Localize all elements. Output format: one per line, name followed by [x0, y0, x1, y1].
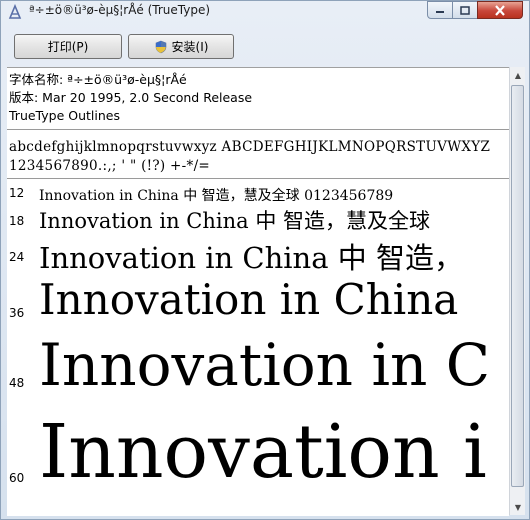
vertical-scrollbar[interactable]: ▲ ▼ [509, 67, 525, 515]
font-version-line: 版本: Mar 20 1995, 2.0 Second Release [9, 90, 253, 105]
sample-text: Innovation i [39, 409, 487, 495]
scroll-up-button[interactable]: ▲ [511, 67, 525, 83]
install-button[interactable]: 安装(I) [128, 34, 234, 59]
charset-letters: abcdefghijklmnopqrstuvwxyz ABCDEFGHIJKLM… [9, 139, 491, 155]
font-viewer-window: ª÷±ö®ü³ø-èµ§¦rÅé (TrueType) 打印(P) 安装(I) … [0, 0, 530, 520]
uac-shield-icon [155, 40, 166, 53]
font-info: 字体名称: ª÷±ö®ü³ø-èµ§¦rÅé 版本: Mar 20 1995, … [9, 71, 252, 125]
font-name-line: 字体名称: ª÷±ö®ü³ø-èµ§¦rÅé [9, 72, 187, 87]
sample-text: Innovation in C [39, 331, 491, 399]
font-preview-pane[interactable]: 字体名称: ª÷±ö®ü³ø-èµ§¦rÅé 版本: Mar 20 1995, … [7, 67, 509, 516]
info-divider [7, 129, 509, 130]
charset-sample: abcdefghijklmnopqrstuvwxyz ABCDEFGHIJKLM… [9, 138, 490, 176]
print-button[interactable]: 打印(P) [14, 34, 122, 59]
font-file-icon [8, 4, 22, 19]
sample-size-label: 12 [9, 186, 25, 200]
close-icon [495, 4, 505, 16]
sample-text: Innovation in China 中 智造，慧及全球 0123456789 [39, 188, 394, 204]
sample-text: Innovation in China 中 智造， [39, 241, 463, 275]
install-button-label: 安装(I) [171, 40, 209, 54]
minimize-button[interactable] [427, 1, 453, 19]
charset-divider [7, 178, 509, 179]
scrollbar-thumb[interactable] [511, 85, 524, 487]
scroll-down-button[interactable]: ▼ [511, 499, 525, 515]
maximize-icon [460, 5, 470, 15]
sample-text: Innovation in China 中 智造，慧及全球 [39, 209, 430, 233]
title-bar[interactable]: ª÷±ö®ü³ø-èµ§¦rÅé (TrueType) [1, 1, 529, 23]
charset-symbols: 1234567890.:,; ' " (!?) +-*/= [9, 158, 211, 174]
maximize-button[interactable] [452, 1, 478, 19]
print-button-label: 打印(P) [47, 40, 89, 54]
sample-size-label: 60 [9, 471, 25, 485]
chevron-down-icon: ▼ [514, 502, 522, 512]
sample-text: Innovation in China [39, 275, 459, 324]
sample-size-label: 24 [9, 250, 25, 264]
chevron-up-icon: ▲ [514, 70, 522, 80]
sample-size-label: 48 [9, 376, 25, 390]
minimize-icon [436, 11, 444, 13]
sample-size-label: 36 [9, 306, 25, 320]
toolbar: 打印(P) 安装(I) [7, 29, 521, 65]
window-title: ª÷±ö®ü³ø-èµ§¦rÅé (TrueType) [29, 3, 211, 17]
font-type-line: TrueType Outlines [9, 108, 120, 123]
close-button[interactable] [477, 1, 523, 19]
sample-size-label: 18 [9, 214, 25, 228]
